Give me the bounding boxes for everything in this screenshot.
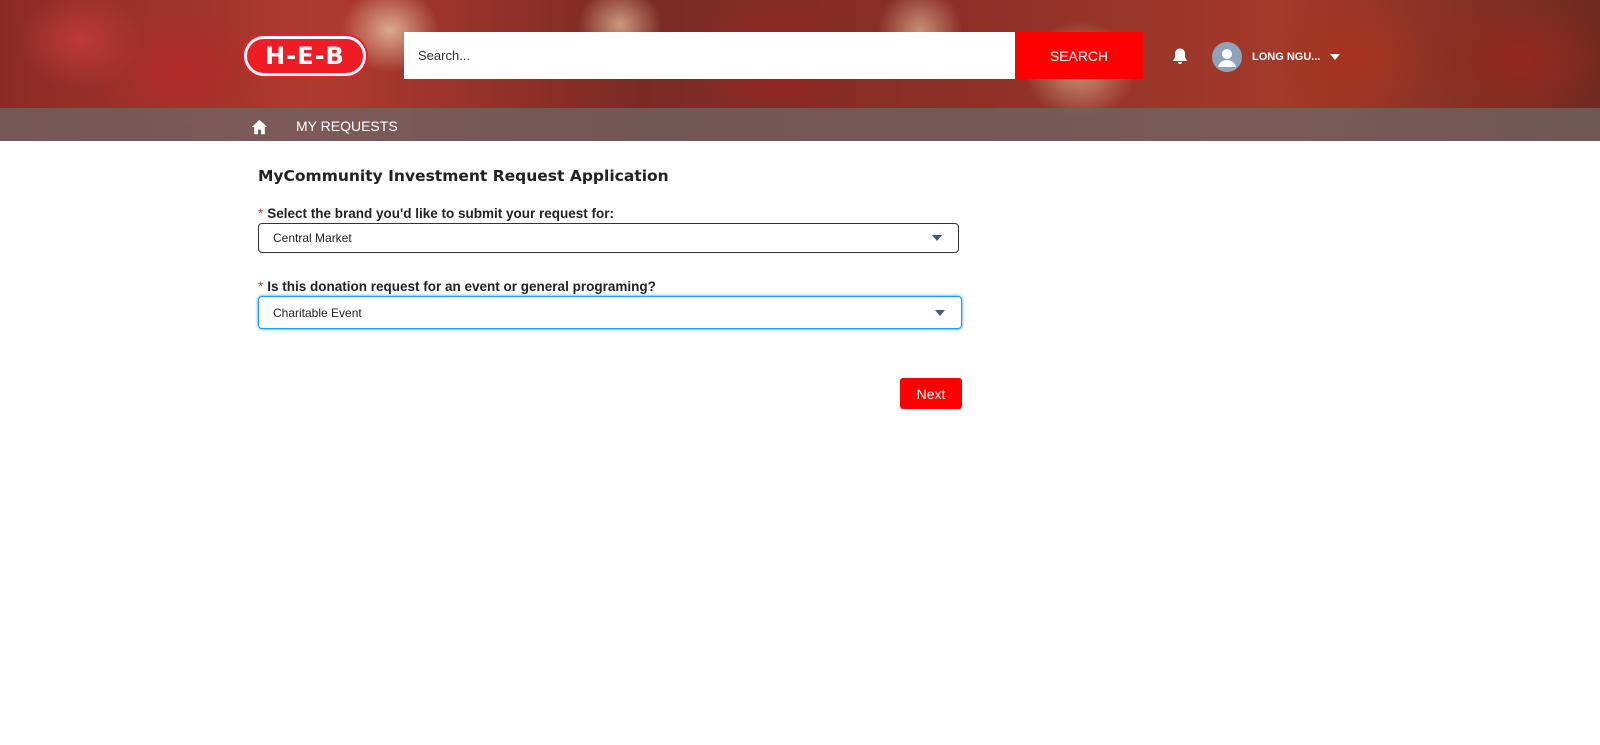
search-button[interactable]: SEARCH [1015,32,1143,79]
chevron-down-icon [1330,54,1341,60]
required-marker: * [258,279,264,294]
request-type-select-value: Charitable Event [273,305,362,320]
user-name: LONG NGU... [1252,51,1321,63]
brand-select[interactable]: Central Market [258,223,959,253]
next-button[interactable]: Next [900,378,962,409]
navigation-bar [0,108,1600,141]
logo-text: H-E-B [265,42,345,70]
nav-my-requests[interactable]: MY REQUESTS [296,118,398,134]
search-input[interactable] [404,32,1015,79]
home-icon[interactable] [251,119,268,135]
chevron-down-icon [935,309,945,316]
brand-field-label: * Select the brand you'd like to submit y… [258,206,614,221]
chevron-down-icon [932,235,942,241]
request-type-select[interactable]: Charitable Event [258,296,962,329]
brand-field-label-text: Select the brand you'd like to submit yo… [267,206,615,221]
request-type-field-label: * Is this donation request for an event o… [258,279,656,294]
user-avatar-icon [1212,42,1242,72]
header-banner: H-E-B SEARCH LONG NGU... MY REQUESTS [0,0,1600,141]
heb-logo[interactable]: H-E-B [244,36,366,76]
bell-icon[interactable] [1171,47,1189,65]
request-type-field-label-text: Is this donation request for an event or… [267,279,656,294]
user-menu[interactable]: LONG NGU... [1212,42,1341,72]
required-marker: * [258,206,264,221]
brand-select-value: Central Market [273,231,352,245]
page-title: MyCommunity Investment Request Applicati… [258,167,669,185]
